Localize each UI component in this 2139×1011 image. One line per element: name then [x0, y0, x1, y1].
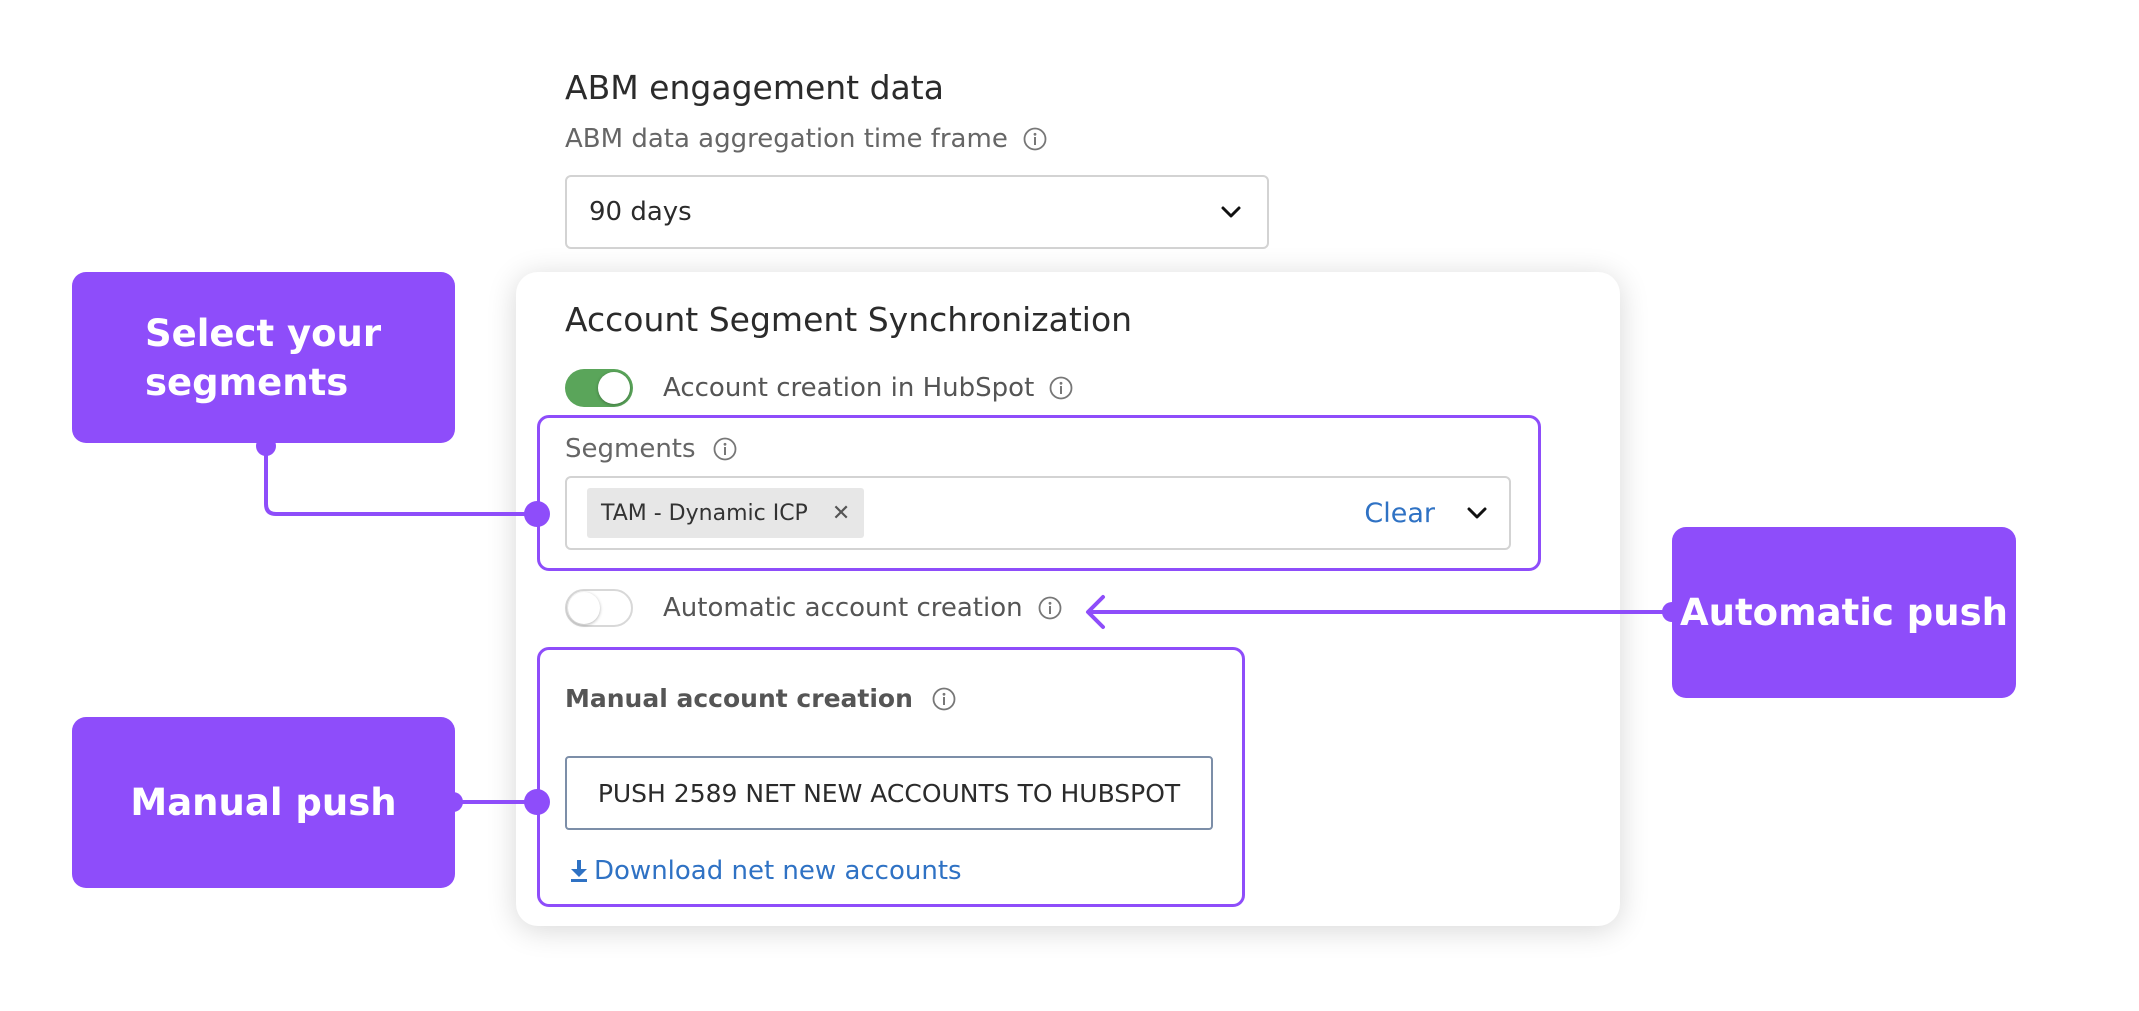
manual-push-callout-text: Manual push [130, 781, 397, 824]
download-link-text: Download net new accounts [594, 856, 962, 886]
manual-account-creation-label: Manual account creation [565, 684, 957, 713]
segments-label: Segments [565, 434, 738, 464]
download-net-new-accounts-link[interactable]: Download net new accounts [568, 856, 962, 886]
manual-push-callout: Manual push [72, 717, 455, 888]
push-accounts-button[interactable]: PUSH 2589 NET NEW ACCOUNTS TO HUBSPOT [565, 756, 1213, 830]
info-icon[interactable] [712, 436, 738, 462]
abm-timeframe-label: ABM data aggregation time frame [565, 124, 1048, 154]
select-segments-line2: segments [145, 360, 349, 404]
timeframe-select-value: 90 days [589, 197, 692, 227]
toggle-knob [598, 372, 630, 404]
segment-sync-title: Account Segment Synchronization [565, 300, 1133, 339]
hubspot-account-creation-label: Account creation in HubSpot [663, 373, 1035, 403]
select-segments-callout: Select your segments [72, 272, 455, 443]
segment-chip: TAM - Dynamic ICP ✕ [587, 488, 865, 538]
chevron-down-icon[interactable] [1463, 499, 1491, 527]
automatic-account-creation-label: Automatic account creation [663, 593, 1023, 623]
select-segments-line1: Select your [145, 311, 382, 355]
download-icon [571, 860, 587, 882]
segment-chip-label: TAM - Dynamic ICP [601, 500, 808, 526]
info-icon[interactable] [1022, 126, 1048, 152]
close-icon[interactable]: ✕ [832, 501, 850, 526]
segments-label-text: Segments [565, 434, 696, 464]
screenshot-stage: ABM engagement data ABM data aggregation… [0, 0, 2139, 1011]
info-icon[interactable] [1037, 595, 1063, 621]
automatic-push-callout: Automatic push [1672, 527, 2016, 698]
chevron-down-icon [1221, 206, 1241, 218]
timeframe-select[interactable]: 90 days [565, 175, 1269, 249]
automatic-push-callout-text: Automatic push [1680, 591, 2008, 634]
hubspot-account-creation-row: Account creation in HubSpot [565, 369, 1074, 407]
select-segments-callout-text: Select your segments [145, 312, 381, 404]
info-icon[interactable] [1048, 375, 1074, 401]
manual-account-creation-label-text: Manual account creation [565, 684, 913, 713]
automatic-account-creation-row: Automatic account creation [565, 589, 1063, 627]
abm-section-title: ABM engagement data [565, 68, 944, 107]
clear-segments-button[interactable]: Clear [1364, 498, 1435, 529]
automatic-account-creation-toggle[interactable] [565, 589, 633, 627]
hubspot-account-creation-toggle[interactable] [565, 369, 633, 407]
toggle-knob [568, 592, 600, 624]
segments-multiselect[interactable]: TAM - Dynamic ICP ✕ Clear [565, 476, 1511, 550]
abm-timeframe-label-text: ABM data aggregation time frame [565, 124, 1008, 154]
info-icon[interactable] [931, 686, 957, 712]
